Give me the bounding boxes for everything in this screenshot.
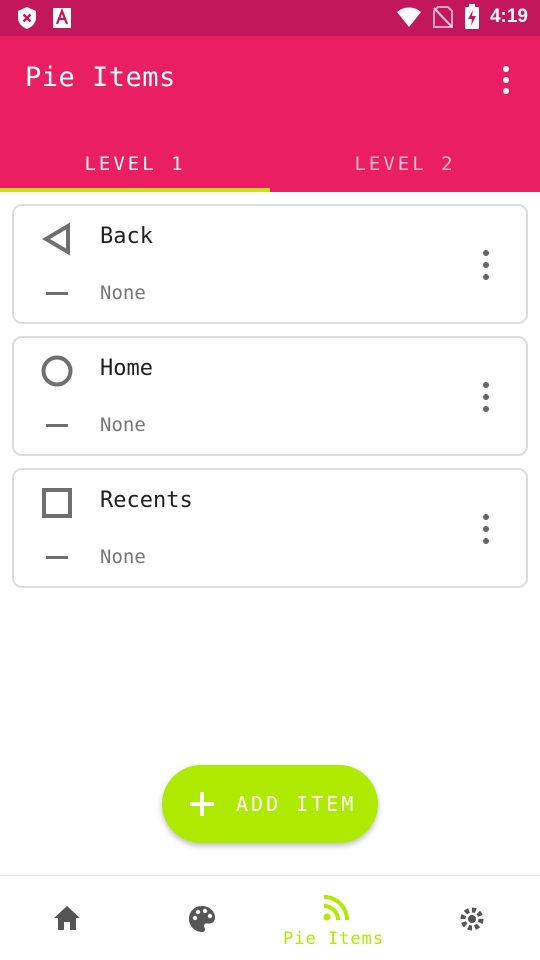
- home-circle-icon: [41, 355, 73, 387]
- item-label: Home: [100, 356, 153, 381]
- nav-home[interactable]: [0, 876, 135, 960]
- nav-settings[interactable]: [405, 876, 540, 960]
- rss-feed-icon: [323, 895, 349, 921]
- dash-icon: [46, 424, 68, 427]
- no-sim-icon: [432, 6, 453, 28]
- status-time: 4:19: [489, 6, 528, 27]
- nav-theme[interactable]: [135, 876, 270, 960]
- recents-square-icon: [42, 488, 72, 518]
- font-a-icon: [53, 7, 71, 28]
- battery-charging-icon: [464, 4, 479, 29]
- tab-bar: LEVEL 1 LEVEL 2: [0, 136, 540, 192]
- item-menu-button[interactable]: [480, 250, 492, 280]
- item-label: Recents: [100, 488, 193, 513]
- back-triangle-icon: [42, 222, 70, 256]
- list-item-recents[interactable]: Recents None: [12, 468, 528, 588]
- dash-icon: [46, 292, 68, 295]
- bottom-navigation: Pie Items: [0, 875, 540, 960]
- dash-icon: [46, 556, 68, 559]
- tab-indicator: [0, 188, 270, 192]
- add-item-button[interactable]: ADD ITEM: [162, 765, 378, 843]
- list-item-back[interactable]: Back None: [12, 204, 528, 324]
- more-options-button[interactable]: [494, 64, 518, 96]
- item-action: None: [100, 282, 146, 304]
- app-bar: Pie Items LEVEL 1 LEVEL 2: [0, 36, 540, 192]
- item-menu-button[interactable]: [480, 382, 492, 412]
- page-title: Pie Items: [25, 62, 176, 93]
- more-vert-icon: [483, 250, 489, 256]
- tab-level-2[interactable]: LEVEL 2: [270, 136, 540, 192]
- shield-x-icon: [18, 7, 36, 29]
- item-menu-button[interactable]: [480, 514, 492, 544]
- more-vert-icon: [503, 66, 509, 72]
- plus-icon: [190, 792, 214, 816]
- more-vert-icon: [483, 382, 489, 388]
- item-label: Back: [100, 224, 153, 249]
- pie-items-list: Back None Home None Recents None: [12, 204, 528, 600]
- item-action: None: [100, 414, 146, 436]
- wifi-icon: [396, 7, 421, 27]
- list-item-home[interactable]: Home None: [12, 336, 528, 456]
- nav-pie-items-label: Pie Items: [283, 929, 385, 949]
- more-vert-icon: [483, 514, 489, 520]
- status-bar: 4:19: [0, 0, 540, 36]
- tab-level-1[interactable]: LEVEL 1: [0, 136, 270, 192]
- settings-icon: [460, 907, 484, 931]
- home-icon: [54, 906, 80, 930]
- palette-icon: [189, 906, 215, 932]
- item-action: None: [100, 546, 146, 568]
- add-item-label: ADD ITEM: [236, 792, 357, 816]
